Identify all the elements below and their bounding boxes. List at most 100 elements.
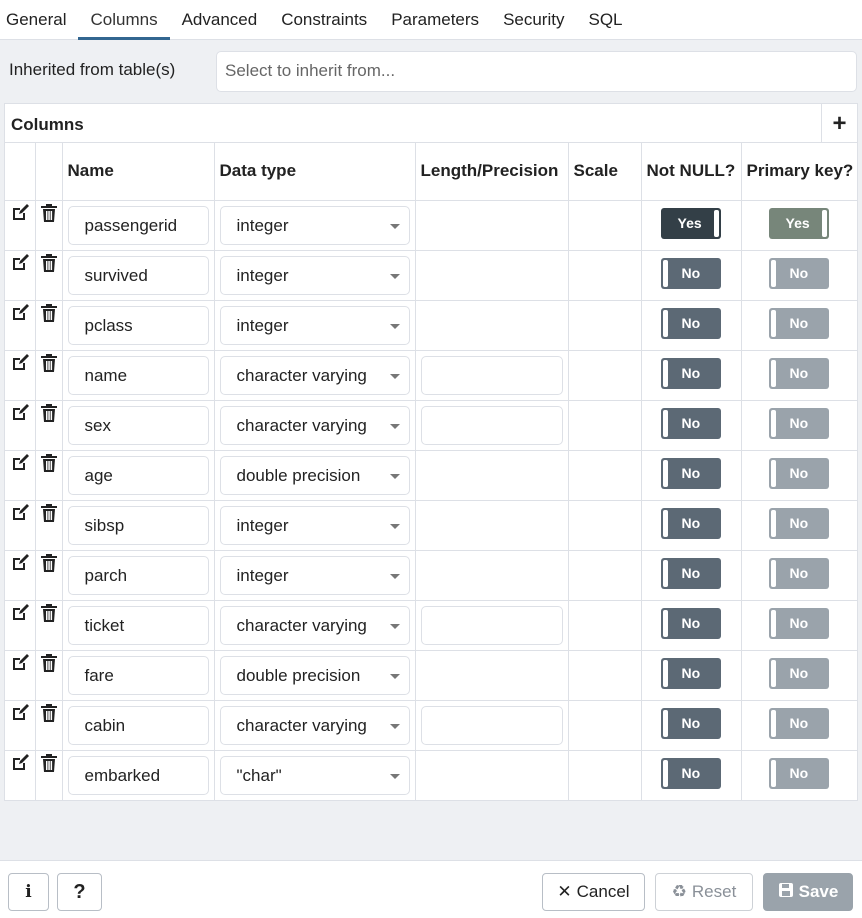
save-button[interactable]: Save — [763, 873, 853, 911]
not-null-toggle[interactable]: No — [660, 307, 721, 339]
trash-icon[interactable] — [39, 353, 59, 373]
not-null-toggle[interactable]: No — [660, 657, 721, 689]
primary-key-toggle[interactable]: No — [768, 507, 829, 539]
edit-icon[interactable] — [10, 653, 30, 673]
trash-icon[interactable] — [39, 653, 59, 673]
primary-key-toggle[interactable]: No — [768, 357, 829, 389]
length-input[interactable] — [420, 705, 563, 745]
column-name-input[interactable]: pclass — [67, 305, 209, 345]
column-name-input[interactable]: passengerid — [67, 205, 209, 245]
primary-key-toggle[interactable]: No — [768, 457, 829, 489]
edit-icon[interactable] — [10, 703, 30, 723]
trash-icon[interactable] — [39, 503, 59, 523]
data-type-select[interactable]: double precision — [219, 455, 410, 495]
column-name-input[interactable]: survived — [67, 255, 209, 295]
chevron-down-icon — [389, 773, 400, 779]
edit-icon[interactable] — [10, 353, 30, 373]
tab-columns[interactable]: Columns — [78, 0, 170, 40]
add-column-button[interactable]: + — [821, 104, 857, 143]
header-primary-key[interactable]: Primary key? — [741, 143, 857, 201]
edit-icon[interactable] — [10, 203, 30, 223]
primary-key-toggle[interactable]: Yes — [768, 207, 829, 239]
length-input[interactable] — [420, 605, 563, 645]
trash-icon[interactable] — [39, 703, 59, 723]
edit-icon[interactable] — [10, 403, 30, 423]
edit-icon[interactable] — [10, 503, 30, 523]
header-not-null[interactable]: Not NULL? — [641, 143, 742, 201]
trash-icon[interactable] — [39, 403, 59, 423]
column-name-input[interactable]: sex — [67, 405, 209, 445]
column-name-input[interactable]: cabin — [67, 705, 209, 745]
column-name-input[interactable]: name — [67, 355, 209, 395]
trash-icon[interactable] — [39, 303, 59, 323]
toggle-label: No — [789, 764, 809, 781]
data-type-select[interactable]: integer — [219, 505, 410, 545]
tab-advanced[interactable]: Advanced — [170, 0, 270, 39]
tab-constraints[interactable]: Constraints — [269, 0, 379, 39]
trash-icon[interactable] — [39, 553, 59, 573]
not-null-toggle[interactable]: No — [660, 407, 721, 439]
trash-icon[interactable] — [39, 203, 59, 223]
length-input[interactable] — [420, 355, 563, 395]
data-type-select[interactable]: character varying — [219, 605, 410, 645]
info-button[interactable]: i — [8, 873, 49, 911]
edit-icon[interactable] — [10, 753, 30, 773]
column-name-input[interactable]: embarked — [67, 755, 209, 795]
not-null-toggle[interactable]: No — [660, 557, 721, 589]
inherit-select[interactable]: Select to inherit from... — [216, 51, 857, 92]
primary-key-toggle[interactable]: No — [768, 257, 829, 289]
not-null-toggle[interactable]: No — [660, 457, 721, 489]
data-type-select[interactable]: integer — [219, 555, 410, 595]
data-type-select[interactable]: character varying — [219, 355, 410, 395]
column-name-input[interactable]: age — [67, 455, 209, 495]
data-type-select[interactable]: "char" — [219, 755, 410, 795]
trash-icon[interactable] — [39, 753, 59, 773]
header-name[interactable]: Name — [62, 143, 215, 201]
not-null-toggle[interactable]: No — [660, 507, 721, 539]
trash-icon[interactable] — [39, 453, 59, 473]
data-type-select[interactable]: integer — [219, 305, 410, 345]
trash-icon[interactable] — [39, 603, 59, 623]
column-name-input[interactable]: fare — [67, 655, 209, 695]
primary-key-toggle[interactable]: No — [768, 757, 829, 789]
edit-icon[interactable] — [10, 553, 30, 573]
column-name-input[interactable]: parch — [67, 555, 209, 595]
data-type-select[interactable]: character varying — [219, 705, 410, 745]
data-type-select[interactable]: character varying — [219, 405, 410, 445]
tab-general[interactable]: General — [0, 0, 78, 39]
primary-key-toggle[interactable]: No — [768, 607, 829, 639]
not-null-toggle[interactable]: No — [660, 757, 721, 789]
primary-key-toggle[interactable]: No — [768, 307, 829, 339]
header-length[interactable]: Length/Precision — [415, 143, 569, 201]
not-null-toggle[interactable]: No — [660, 257, 721, 289]
tab-security[interactable]: Security — [491, 0, 576, 39]
not-null-toggle[interactable]: No — [660, 607, 721, 639]
delete-cell — [35, 350, 63, 401]
data-type-select[interactable]: integer — [219, 205, 410, 245]
not-null-toggle[interactable]: No — [660, 707, 721, 739]
not-null-toggle[interactable]: Yes — [660, 207, 721, 239]
length-input[interactable] — [420, 405, 563, 445]
primary-key-toggle[interactable]: No — [768, 407, 829, 439]
tab-parameters[interactable]: Parameters — [379, 0, 491, 39]
primary-key-toggle[interactable]: No — [768, 707, 829, 739]
cancel-button[interactable]: ✕ Cancel — [542, 873, 645, 911]
column-name-input[interactable]: sibsp — [67, 505, 209, 545]
scale-cell — [568, 550, 642, 601]
primary-key-toggle[interactable]: No — [768, 657, 829, 689]
edit-icon[interactable] — [10, 303, 30, 323]
header-data-type[interactable]: Data type — [214, 143, 416, 201]
not-null-toggle[interactable]: No — [660, 357, 721, 389]
trash-icon[interactable] — [39, 253, 59, 273]
reset-button[interactable]: ♻ Reset — [655, 873, 753, 911]
edit-icon[interactable] — [10, 253, 30, 273]
edit-icon[interactable] — [10, 603, 30, 623]
primary-key-toggle[interactable]: No — [768, 557, 829, 589]
tab-sql[interactable]: SQL — [576, 0, 634, 39]
help-button[interactable]: ? — [57, 873, 102, 911]
data-type-select[interactable]: integer — [219, 255, 410, 295]
column-name-input[interactable]: ticket — [67, 605, 209, 645]
data-type-select[interactable]: double precision — [219, 655, 410, 695]
edit-icon[interactable] — [10, 453, 30, 473]
header-scale[interactable]: Scale — [568, 143, 642, 201]
